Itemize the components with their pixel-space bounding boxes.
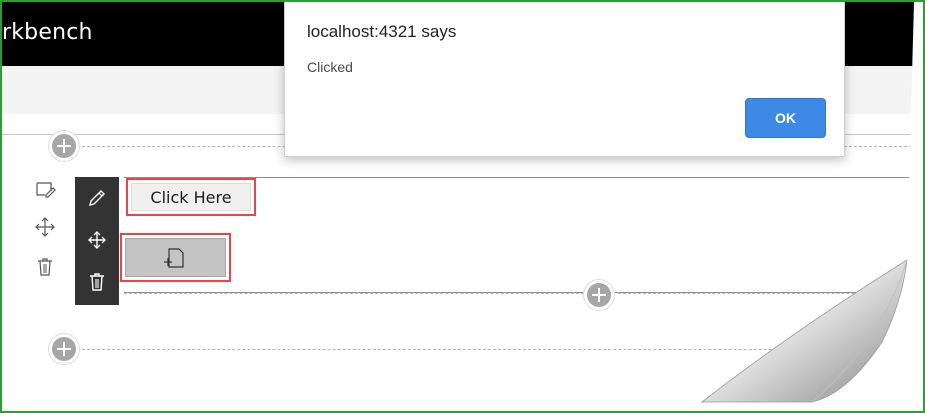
pencil-icon[interactable] — [86, 187, 108, 209]
alert-dialog: localhost:4321 says Clicked OK — [284, 2, 845, 157]
workbench-page: rkbench Click Here localhost:4321 says C… — [2, 2, 914, 402]
edit-section-icon[interactable] — [34, 179, 56, 201]
screenshot-frame: rkbench Click Here localhost:4321 says C… — [0, 0, 925, 413]
plus-icon — [57, 342, 71, 356]
plus-icon — [592, 288, 606, 302]
click-here-highlight: Click Here — [126, 178, 256, 216]
move-webpart-icon[interactable] — [86, 229, 108, 251]
section-divider-mid-right — [618, 293, 914, 294]
app-title: rkbench — [2, 20, 93, 45]
trash-icon[interactable] — [86, 271, 108, 293]
ok-button[interactable]: OK — [745, 98, 826, 138]
move-section-icon[interactable] — [34, 216, 56, 238]
plus-icon — [57, 139, 71, 153]
add-section-button-top[interactable] — [49, 131, 79, 161]
webpart-placeholder-highlight — [120, 233, 231, 282]
click-here-button[interactable]: Click Here — [131, 183, 251, 211]
dialog-message: Clicked — [307, 59, 353, 75]
add-section-button-bottom[interactable] — [49, 334, 79, 364]
add-webpart-button[interactable] — [584, 280, 614, 310]
add-webpart-icon — [164, 248, 184, 268]
delete-section-icon[interactable] — [34, 256, 56, 278]
section-divider-mid-left — [124, 293, 584, 294]
webpart-toolbar — [75, 177, 119, 305]
dialog-title: localhost:4321 says — [307, 22, 457, 41]
section-divider-bottom — [82, 349, 912, 350]
